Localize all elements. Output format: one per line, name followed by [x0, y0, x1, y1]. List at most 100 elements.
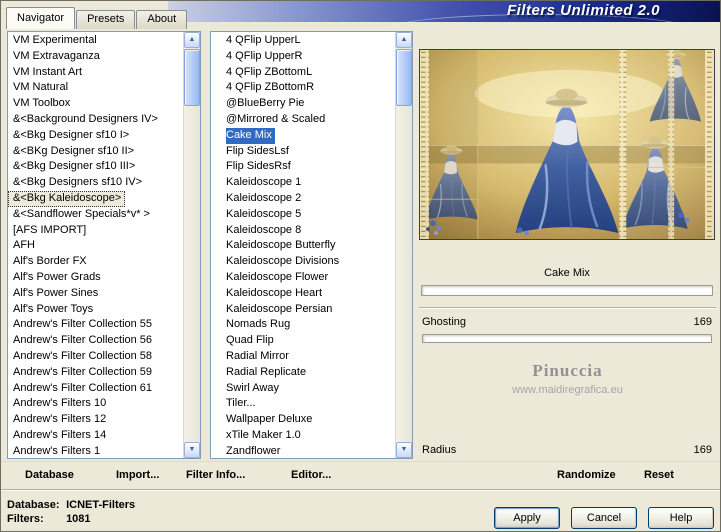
- list-item[interactable]: Andrew's Filter Collection 55: [8, 317, 183, 333]
- scroll-down-button[interactable]: [396, 442, 412, 458]
- preview-panel: Cake Mix Ghosting 169 Pinuccia www.maidi…: [419, 31, 718, 459]
- editor-button[interactable]: Editor...: [291, 469, 331, 481]
- filters-value: 1081: [66, 513, 91, 525]
- list-item[interactable]: VM Extravaganza: [8, 49, 183, 65]
- list-item[interactable]: Kaleidoscope 5: [226, 207, 395, 223]
- status-bar: Database: ICNET-Filters Filters: 1081 Ap…: [1, 489, 720, 531]
- title-banner: Filters Unlimited 2.0: [168, 1, 720, 22]
- list-item[interactable]: &<Bkg Designers sf10 IV>: [8, 175, 183, 191]
- list-item[interactable]: &<BKg Designer sf10 II>: [8, 144, 183, 160]
- list-item[interactable]: Flip SidesRsf: [226, 159, 395, 175]
- watermark: Pinuccia www.maidiregrafica.eu: [419, 360, 716, 398]
- list-item[interactable]: Andrew's Filters 14: [8, 428, 183, 444]
- main-area: VM Experimental VM Extravaganza VM Instant…: [1, 29, 720, 461]
- scroll-up-button[interactable]: [184, 32, 200, 48]
- list-item[interactable]: Radial Mirror: [226, 349, 395, 365]
- list-item[interactable]: Alf's Border FX: [8, 254, 183, 270]
- category-scrollbar[interactable]: [183, 32, 200, 458]
- tab-navigator[interactable]: Navigator: [6, 7, 76, 29]
- list-item[interactable]: VM Experimental: [8, 33, 183, 49]
- list-item[interactable]: Swirl Away: [226, 381, 395, 397]
- list-item[interactable]: &<Bkg Designer sf10 III>: [8, 159, 183, 175]
- ghosting-value: 169: [693, 316, 712, 328]
- list-item[interactable]: Andrew's Filter Collection 59: [8, 365, 183, 381]
- list-item[interactable]: Andrew's Filter Collection 58: [8, 349, 183, 365]
- list-item[interactable]: Quad Flip: [226, 333, 395, 349]
- list-item[interactable]: Kaleidoscope Heart: [226, 286, 395, 302]
- filters-unlimited-dialog: Filters Unlimited 2.0 Navigator Presets …: [0, 0, 721, 532]
- list-item[interactable]: Cake Mix: [226, 127, 275, 144]
- list-item[interactable]: 4 QFlip UpperR: [226, 49, 395, 65]
- list-item[interactable]: Zandflower: [226, 444, 395, 458]
- selected-filter-name: Cake Mix: [544, 267, 590, 279]
- list-item[interactable]: Kaleidoscope Flower: [226, 270, 395, 286]
- cancel-button[interactable]: Cancel: [571, 507, 637, 529]
- database-label: Database:: [7, 499, 60, 511]
- list-item[interactable]: Alf's Power Grads: [8, 270, 183, 286]
- ghosting-row: Ghosting 169: [422, 316, 712, 328]
- scroll-thumb[interactable]: [396, 49, 412, 106]
- list-item[interactable]: VM Instant Art: [8, 65, 183, 81]
- scroll-up-button[interactable]: [396, 32, 412, 48]
- filter-info-button[interactable]: Filter Info...: [186, 469, 245, 481]
- list-item[interactable]: &<Bkg Kaleidoscope>: [8, 190, 126, 207]
- list-item[interactable]: @BlueBerry Pie: [226, 96, 395, 112]
- list-item[interactable]: xTile Maker 1.0: [226, 428, 395, 444]
- list-item[interactable]: Alf's Power Sines: [8, 286, 183, 302]
- list-item[interactable]: Kaleidoscope 2: [226, 191, 395, 207]
- preview-image: [419, 49, 715, 240]
- list-item[interactable]: Andrew's Filters 12: [8, 412, 183, 428]
- category-listbox: VM Experimental VM Extravaganza VM Instant…: [7, 31, 201, 459]
- reset-button[interactable]: Reset: [644, 469, 674, 481]
- list-item[interactable]: Tiler...: [226, 396, 395, 412]
- list-item[interactable]: Flip SidesLsf: [226, 144, 395, 160]
- filter-scrollbar[interactable]: [395, 32, 412, 458]
- database-value: ICNET-Filters: [66, 499, 136, 511]
- list-item[interactable]: &<Bkg Designer sf10 I>: [8, 128, 183, 144]
- list-item[interactable]: Andrew's Filter Collection 61: [8, 381, 183, 397]
- radius-value: 169: [693, 444, 712, 456]
- import-button[interactable]: Import...: [116, 469, 159, 481]
- watermark-name: Pinuccia: [532, 361, 603, 380]
- list-item[interactable]: 4 QFlip UpperL: [226, 33, 395, 49]
- list-item[interactable]: Kaleidoscope Butterfly: [226, 238, 395, 254]
- list-item[interactable]: Radial Replicate: [226, 365, 395, 381]
- list-item[interactable]: Wallpaper Deluxe: [226, 412, 395, 428]
- scroll-down-button[interactable]: [184, 442, 200, 458]
- filter-list: 4 QFlip UpperL 4 QFlip UpperR 4 QFlip ZBot…: [211, 32, 395, 458]
- list-item[interactable]: Kaleidoscope Persian: [226, 302, 395, 318]
- list-item[interactable]: 4 QFlip ZBottomR: [226, 80, 395, 96]
- list-item[interactable]: &<Sandflower Specials*v* >: [8, 207, 183, 223]
- list-item[interactable]: [AFS IMPORT]: [8, 223, 183, 239]
- list-item[interactable]: Andrew's Filter Collection 56: [8, 333, 183, 349]
- radius-row: Radius 169: [422, 444, 712, 456]
- tab-presets[interactable]: Presets: [76, 10, 136, 29]
- list-item[interactable]: Kaleidoscope 1: [226, 175, 395, 191]
- ghosting-slider[interactable]: [422, 334, 712, 343]
- dialog-buttons: Apply Cancel Help: [494, 507, 714, 529]
- apply-button[interactable]: Apply: [494, 507, 560, 529]
- list-item[interactable]: Nomads Rug: [226, 317, 395, 333]
- radius-label: Radius: [422, 444, 457, 456]
- header: Filters Unlimited 2.0 Navigator Presets …: [1, 1, 720, 29]
- list-item[interactable]: Kaleidoscope 8: [226, 223, 395, 239]
- status-filters: Filters: 1081: [7, 513, 91, 525]
- scroll-thumb[interactable]: [184, 49, 200, 106]
- filter-controls: Ghosting 169 Pinuccia www.maidiregrafica…: [419, 307, 716, 459]
- list-item[interactable]: AFH: [8, 238, 183, 254]
- help-button[interactable]: Help: [648, 507, 714, 529]
- list-item[interactable]: VM Natural: [8, 80, 183, 96]
- randomize-button[interactable]: Randomize: [557, 469, 616, 481]
- status-database: Database: ICNET-Filters: [7, 499, 135, 511]
- preview-art: [420, 50, 714, 239]
- list-item[interactable]: Alf's Power Toys: [8, 302, 183, 318]
- database-button[interactable]: Database: [25, 469, 74, 481]
- list-item[interactable]: Kaleidoscope Divisions: [226, 254, 395, 270]
- tab-about[interactable]: About: [136, 10, 188, 29]
- list-item[interactable]: Andrew's Filters 10: [8, 396, 183, 412]
- list-item[interactable]: 4 QFlip ZBottomL: [226, 65, 395, 81]
- list-item[interactable]: VM Toolbox: [8, 96, 183, 112]
- list-item[interactable]: &<Background Designers IV>: [8, 112, 183, 128]
- list-item[interactable]: Andrew's Filters 1: [8, 444, 183, 458]
- list-item[interactable]: @Mirrored & Scaled: [226, 112, 395, 128]
